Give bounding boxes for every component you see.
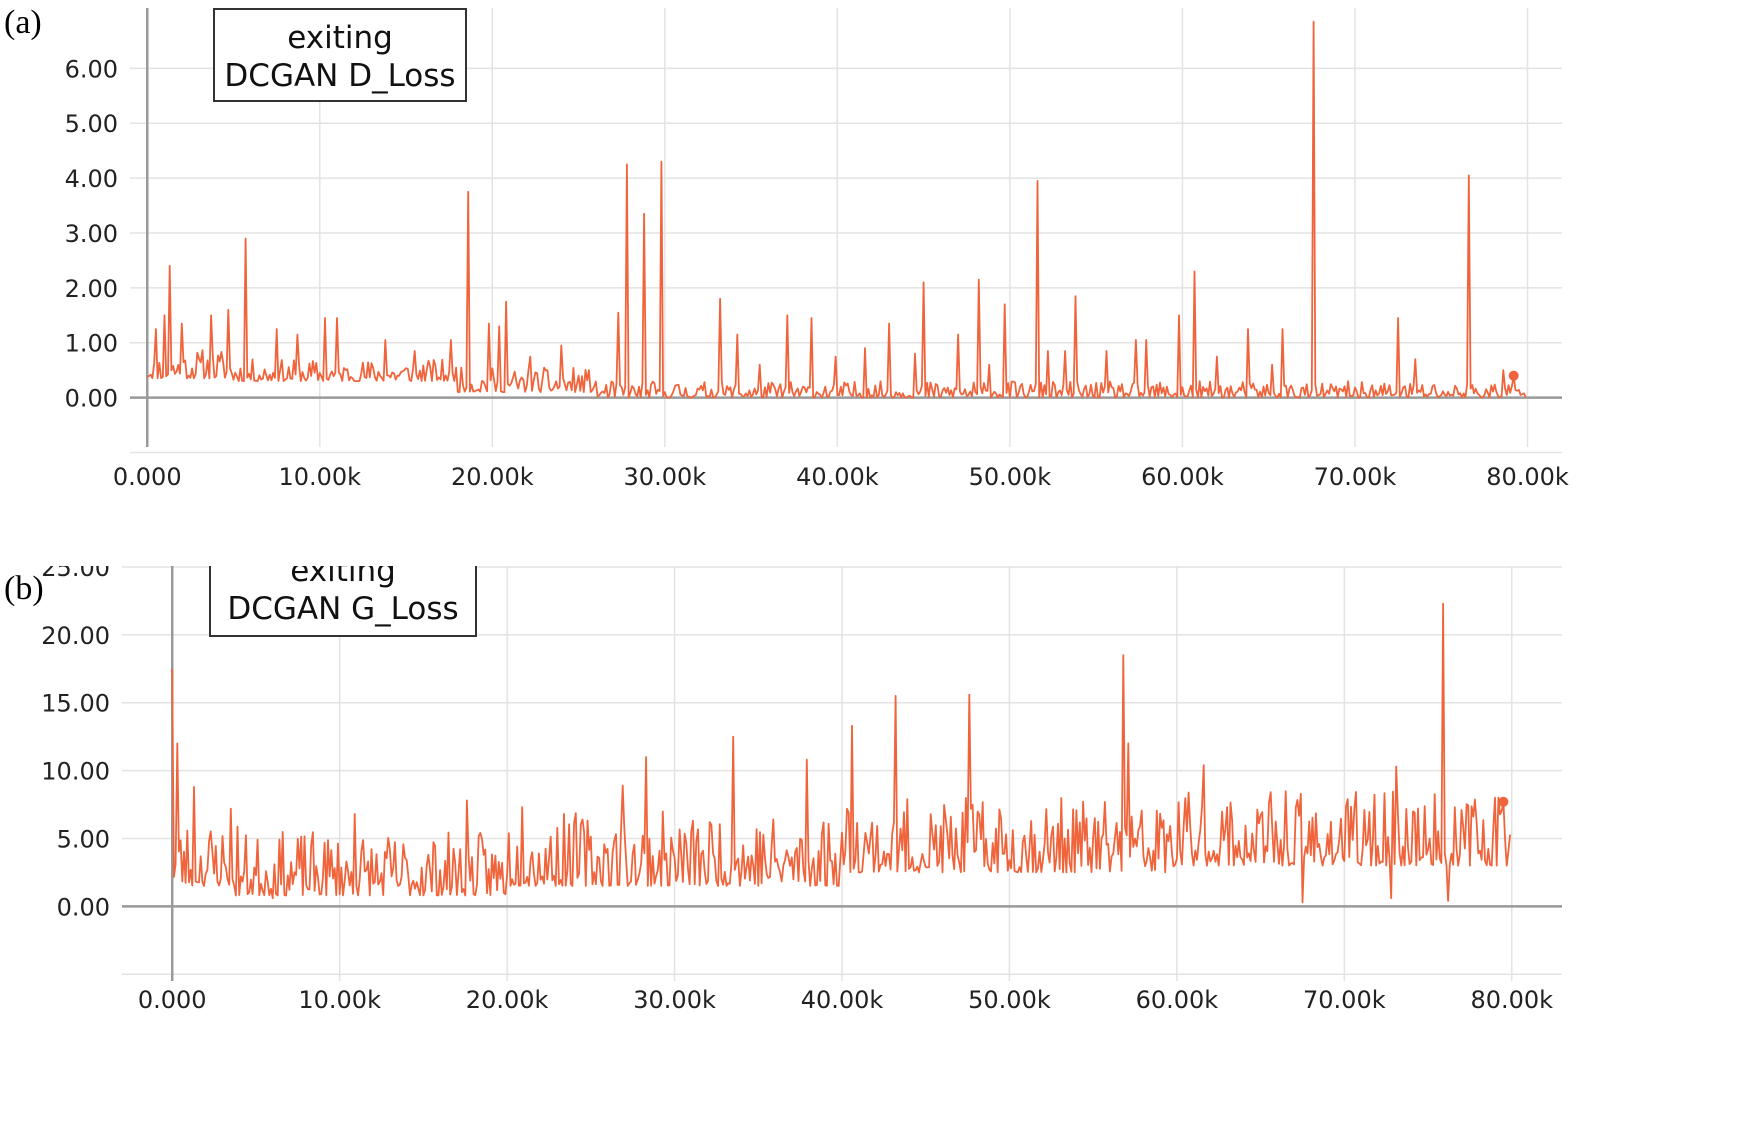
x-tick-label: 0.000: [138, 986, 207, 1014]
x-tick-label: 60.00k: [1136, 986, 1219, 1014]
y-tick-label: 20.00: [41, 622, 110, 650]
y-tick-label: 5.00: [57, 825, 110, 853]
x-tick-label: 50.00k: [969, 463, 1052, 491]
panel-label: (a): [4, 4, 42, 41]
panel-a: 0.00 1.00 2.00 3.00 4.00 5.00 6.00 0.000 10.00k 2…: [0, 0, 1750, 566]
x-tick-label: 70.00k: [1314, 463, 1397, 491]
x-tick-label: 60.00k: [1141, 463, 1224, 491]
y-tick-label: 25.00: [41, 566, 110, 582]
legend: exitingDCGAN G_Loss: [209, 566, 477, 637]
x-tick-label: 30.00k: [624, 463, 707, 491]
legend-line: exiting: [287, 20, 393, 56]
x-tick-label: 10.00k: [278, 463, 361, 491]
x-tick-label: 40.00k: [801, 986, 884, 1014]
x-tick-label: 10.00k: [298, 986, 381, 1014]
d-loss-chart: 0.00 1.00 2.00 3.00 4.00 5.00 6.00 0.000 10.00k 2…: [65, 8, 1569, 491]
y-tick-label: 15.00: [41, 690, 110, 718]
x-tick-label: 50.00k: [968, 986, 1051, 1014]
x-tick-label: 70.00k: [1303, 986, 1386, 1014]
panel-label: (b): [4, 570, 44, 607]
legend: exitingDCGAN D_Loss: [213, 8, 467, 102]
x-tick-label: 80.00k: [1486, 463, 1569, 491]
y-tick-label: 6.00: [65, 55, 118, 83]
loss-series-line: [171, 602, 1511, 904]
series-end-point: [1508, 370, 1519, 381]
y-tick-label: 10.00: [41, 758, 110, 786]
y-tick-label: 0.00: [65, 385, 118, 413]
y-tick-label: 0.00: [57, 893, 110, 921]
y-tick-label: 1.00: [65, 330, 118, 358]
y-tick-label: 3.00: [65, 220, 118, 248]
y-tick-label: 5.00: [65, 110, 118, 138]
panel-b: 0.00 5.00 10.00 15.00 20.00 25.00 0.000 10.00k 2…: [0, 566, 1750, 1132]
x-tick-label: 30.00k: [633, 986, 716, 1014]
g-loss-chart: 0.00 5.00 10.00 15.00 20.00 25.00 0.000 10.00k 2…: [41, 566, 1562, 1014]
x-tick-label: 20.00k: [466, 986, 549, 1014]
series-end-point: [1498, 796, 1509, 807]
legend-line: DCGAN D_Loss: [224, 58, 455, 94]
x-tick-label: 0.000: [113, 463, 182, 491]
x-tick-label: 20.00k: [451, 463, 534, 491]
x-tick-label: 80.00k: [1470, 986, 1553, 1014]
y-tick-label: 4.00: [65, 165, 118, 193]
x-tick-label: 40.00k: [796, 463, 879, 491]
y-tick-label: 2.00: [65, 275, 118, 303]
legend-line: DCGAN G_Loss: [227, 591, 458, 627]
legend-line: exiting: [290, 566, 396, 589]
